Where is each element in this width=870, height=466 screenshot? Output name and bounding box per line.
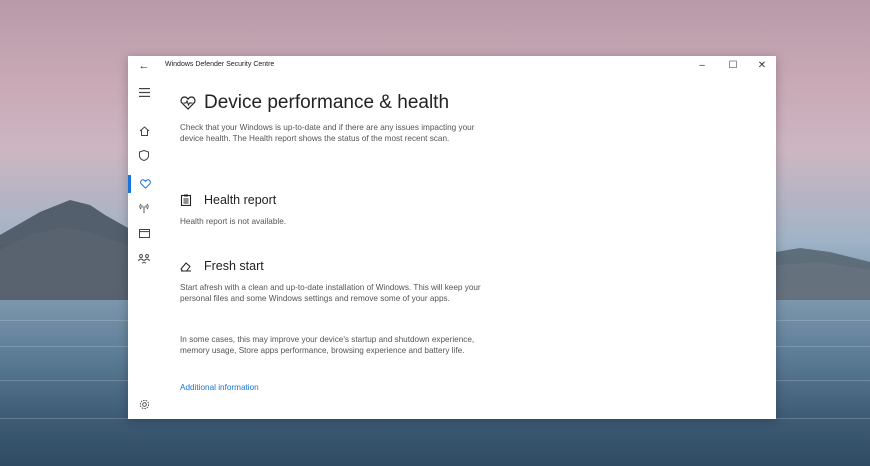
fresh-start-description: Start afresh with a clean and up-to-date…	[180, 283, 481, 303]
hamburger-menu-icon	[138, 87, 150, 97]
gear-icon	[139, 399, 149, 409]
page-description: Check that your Windows is up-to-date an…	[180, 123, 475, 143]
sidebar-item-virus-protection[interactable]	[128, 146, 160, 164]
back-button[interactable]: ←	[136, 59, 152, 73]
sidebar-item-home[interactable]	[128, 122, 160, 140]
eraser-icon	[180, 262, 191, 272]
sidebar-item-app-browser-control[interactable]	[128, 224, 160, 242]
sidebar-item-device-health[interactable]	[128, 175, 160, 193]
arrow-left-icon: ←	[138, 60, 150, 72]
health-report-heading: Health report	[180, 193, 276, 207]
additional-information-link[interactable]: Additional information	[180, 383, 259, 392]
sidebar-item-family-options[interactable]	[128, 250, 160, 268]
sidebar-menu-button[interactable]	[128, 83, 160, 101]
health-report-title: Health report	[204, 193, 277, 207]
network-antenna-icon	[139, 203, 149, 213]
maximize-button[interactable]: ☐	[725, 59, 741, 73]
title-bar: ← Windows Defender Security Centre – ☐ ✕	[128, 56, 776, 76]
close-button[interactable]: ✕	[754, 59, 770, 73]
sidebar-item-settings[interactable]	[128, 395, 160, 413]
home-icon	[139, 126, 149, 136]
page-title-text: Device performance & health	[204, 92, 450, 113]
heart-icon	[180, 96, 196, 110]
window-title: Windows Defender Security Centre	[165, 61, 275, 68]
health-report-text: Health report is not available.	[180, 217, 287, 226]
fresh-start-title: Fresh start	[204, 259, 264, 273]
app-window: ← Windows Defender Security Centre – ☐ ✕	[128, 56, 776, 419]
fresh-start-note: In some cases, this may improve your dev…	[180, 335, 475, 355]
sidebar-item-firewall-network[interactable]	[128, 199, 160, 217]
browser-window-icon	[138, 228, 150, 238]
page-title: Device performance & health	[180, 92, 449, 114]
sidebar	[128, 76, 160, 419]
fresh-start-heading: Fresh start	[180, 259, 264, 273]
clipboard-icon	[180, 194, 192, 206]
heart-icon	[140, 179, 151, 189]
family-icon	[138, 254, 150, 264]
minimize-button[interactable]: –	[694, 59, 710, 73]
shield-icon	[139, 149, 149, 161]
